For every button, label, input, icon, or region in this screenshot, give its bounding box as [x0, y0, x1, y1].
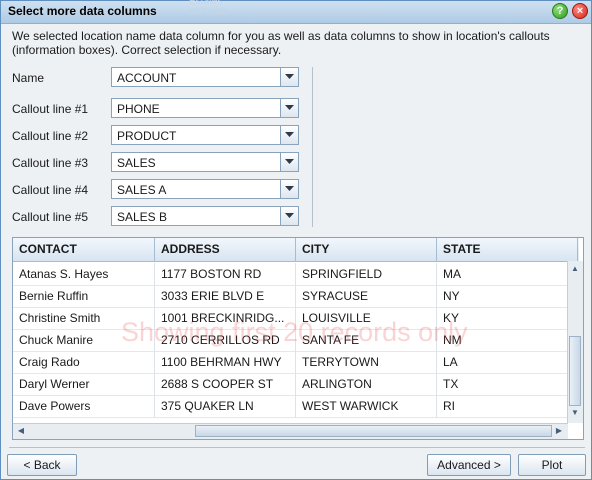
cell-contact: Chuck Manire: [13, 329, 155, 351]
cell-address: 2688 S COOPER ST: [155, 373, 296, 395]
scroll-down-icon[interactable]: ▼: [569, 407, 581, 419]
cell-address: 1100 BEHRMAN HWY: [155, 351, 296, 373]
cell-contact: Atanas S. Hayes: [13, 263, 155, 285]
cell-address: 2710 CERRILLOS RD: [155, 329, 296, 351]
name-dropdown-value: ACCOUNT: [117, 71, 177, 85]
scroll-up-icon[interactable]: ▲: [569, 263, 581, 275]
scroll-left-icon[interactable]: ◀: [15, 425, 27, 437]
preview-table[interactable]: CONTACT ADDRESS CITY STATE Atanas S. Hay…: [12, 237, 584, 440]
name-label: Name: [12, 71, 45, 85]
callout-line-3-value: SALES: [117, 156, 156, 170]
cell-address: 375 QUAKER LN: [155, 395, 296, 417]
back-button[interactable]: < Back: [7, 454, 77, 476]
callout-line-1-dropdown[interactable]: PHONE: [111, 98, 299, 118]
cell-city: ARLINGTON: [296, 373, 437, 395]
name-dropdown[interactable]: ACCOUNT: [111, 67, 299, 87]
callout-line-2-value: PRODUCT: [117, 129, 177, 143]
table-row[interactable]: Christine Smith 1001 BRECKINRIDG... LOUI…: [13, 307, 568, 330]
callout-line-1-label: Callout line #1: [12, 102, 89, 116]
select-data-columns-dialog: Estates of Prairie Select more data colu…: [0, 0, 592, 480]
cell-contact: Craig Rado: [13, 351, 155, 373]
vertical-divider: [312, 67, 313, 227]
chevron-down-icon[interactable]: [280, 68, 298, 86]
help-icon[interactable]: ?: [552, 3, 568, 19]
advanced-button[interactable]: Advanced >: [427, 454, 511, 476]
column-header-city[interactable]: CITY: [296, 238, 437, 261]
cell-city: TERRYTOWN: [296, 351, 437, 373]
footer-divider: [9, 447, 585, 448]
cell-city: SYRACUSE: [296, 285, 437, 307]
cell-contact: Christine Smith: [13, 307, 155, 329]
table-row[interactable]: Craig Rado 1100 BEHRMAN HWY TERRYTOWN LA: [13, 351, 568, 374]
close-icon[interactable]: ×: [572, 3, 588, 19]
table-row[interactable]: Atanas S. Hayes 1177 BOSTON RD SPRINGFIE…: [13, 263, 568, 286]
table-header: CONTACT ADDRESS CITY STATE: [13, 238, 579, 262]
cell-city: SANTA FE: [296, 329, 437, 351]
callout-line-5-label: Callout line #5: [12, 210, 89, 224]
callout-line-4-value: SALES A: [117, 183, 167, 197]
table-row[interactable]: Bernie Ruffin 3033 ERIE BLVD E SYRACUSE …: [13, 285, 568, 308]
vertical-scrollbar[interactable]: ▲ ▼: [567, 261, 583, 423]
cell-state: LA: [437, 351, 568, 373]
callout-line-5-dropdown[interactable]: SALES B: [111, 206, 299, 226]
dialog-title: Select more data columns: [8, 4, 157, 18]
plot-button[interactable]: Plot: [518, 454, 586, 476]
cell-city: WEST WARWICK: [296, 395, 437, 417]
cell-state: NM: [437, 329, 568, 351]
callout-line-2-dropdown[interactable]: PRODUCT: [111, 125, 299, 145]
column-header-address[interactable]: ADDRESS: [155, 238, 296, 261]
vertical-scroll-thumb[interactable]: [569, 336, 581, 406]
horizontal-scroll-thumb[interactable]: [195, 425, 552, 437]
chevron-down-icon[interactable]: [280, 207, 298, 225]
cell-contact: Dave Powers: [13, 395, 155, 417]
chevron-down-icon[interactable]: [280, 99, 298, 117]
chevron-down-icon[interactable]: [280, 126, 298, 144]
callout-line-4-label: Callout line #4: [12, 183, 89, 197]
cell-address: 1177 BOSTON RD: [155, 263, 296, 285]
callout-line-1-value: PHONE: [117, 102, 160, 116]
callout-line-2-label: Callout line #2: [12, 129, 89, 143]
cell-contact: Daryl Werner: [13, 373, 155, 395]
cell-address: 3033 ERIE BLVD E: [155, 285, 296, 307]
callout-line-4-dropdown[interactable]: SALES A: [111, 179, 299, 199]
title-bar[interactable]: Estates of Prairie Select more data colu…: [1, 0, 591, 24]
cell-city: LOUISVILLE: [296, 307, 437, 329]
callout-line-3-label: Callout line #3: [12, 156, 89, 170]
column-header-contact[interactable]: CONTACT: [13, 238, 155, 261]
cell-state: RI: [437, 395, 568, 417]
cell-state: NY: [437, 285, 568, 307]
background-map-label: Estates of Prairie: [189, 0, 230, 18]
cell-address: 1001 BRECKINRIDG...: [155, 307, 296, 329]
table-row[interactable]: Chuck Manire 2710 CERRILLOS RD SANTA FE …: [13, 329, 568, 352]
column-header-state[interactable]: STATE: [437, 238, 578, 261]
scroll-right-icon[interactable]: ▶: [553, 425, 565, 437]
cell-contact: Bernie Ruffin: [13, 285, 155, 307]
callout-line-5-value: SALES B: [117, 210, 168, 224]
cell-state: KY: [437, 307, 568, 329]
table-row[interactable]: Daryl Werner 2688 S COOPER ST ARLINGTON …: [13, 373, 568, 396]
chevron-down-icon[interactable]: [280, 153, 298, 171]
cell-city: SPRINGFIELD: [296, 263, 437, 285]
table-row[interactable]: Dave Powers 375 QUAKER LN WEST WARWICK R…: [13, 395, 568, 418]
cell-state: TX: [437, 373, 568, 395]
description-text: We selected location name data column fo…: [12, 29, 550, 57]
callout-line-3-dropdown[interactable]: SALES: [111, 152, 299, 172]
cell-state: MA: [437, 263, 568, 285]
horizontal-scrollbar[interactable]: ◀ ▶: [13, 423, 568, 439]
chevron-down-icon[interactable]: [280, 180, 298, 198]
